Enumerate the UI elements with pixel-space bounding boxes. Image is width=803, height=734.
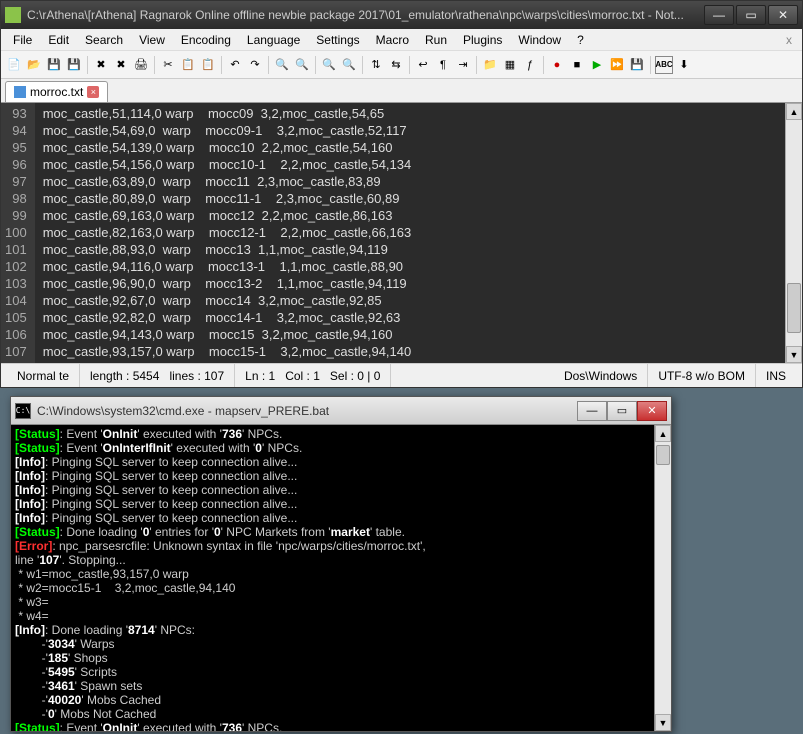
menu-search[interactable]: Search — [77, 31, 131, 49]
show-all-icon[interactable]: ¶ — [434, 56, 452, 74]
status-pos: Ln : 1 Col : 1 Sel : 0 | 0 — [235, 364, 391, 387]
vertical-scrollbar[interactable]: ▲ ▼ — [785, 103, 802, 363]
menu-language[interactable]: Language — [239, 31, 308, 49]
npp-statusbar: Normal te length : 5454 lines : 107 Ln :… — [1, 363, 802, 387]
status-insert: INS — [756, 364, 796, 387]
play-icon[interactable]: ▶ — [588, 56, 606, 74]
redo-icon[interactable]: ↷ — [246, 56, 264, 74]
menu-edit[interactable]: Edit — [40, 31, 77, 49]
code-area[interactable]: moc_castle,51,114,0 warp mocc09 3,2,moc_… — [35, 103, 785, 363]
tab-morroc[interactable]: morroc.txt × — [5, 81, 108, 102]
npp-toolbar: 📄 📂 💾 💾 ✖ ✖ 🖨 ✂ 📋 📋 ↶ ↷ 🔍 🔍 🔍 🔍 ⇅ ⇆ ↩ ¶ … — [1, 51, 802, 79]
sync-v-icon[interactable]: ⇅ — [367, 56, 385, 74]
menu-?[interactable]: ? — [569, 31, 592, 49]
spellcheck-next-icon[interactable]: ⬇ — [675, 56, 693, 74]
open-file-icon[interactable]: 📂 — [25, 56, 43, 74]
menu-run[interactable]: Run — [417, 31, 455, 49]
file-icon — [14, 86, 26, 98]
npp-editor[interactable]: 93949596979899100101102103104105106107 m… — [1, 103, 802, 363]
status-normal: Normal te — [7, 364, 80, 387]
cmd-scroll-thumb[interactable] — [656, 445, 670, 465]
menu-file[interactable]: File — [5, 31, 40, 49]
stop-record-icon[interactable]: ■ — [568, 56, 586, 74]
cut-icon[interactable]: ✂ — [159, 56, 177, 74]
save-macro-icon[interactable]: 💾 — [628, 56, 646, 74]
npp-menubar-close-icon[interactable]: x — [780, 33, 798, 47]
spellcheck-icon[interactable]: ABC — [655, 56, 673, 74]
scroll-thumb[interactable] — [787, 283, 801, 333]
close-file-icon[interactable]: ✖ — [92, 56, 110, 74]
new-file-icon[interactable]: 📄 — [5, 56, 23, 74]
record-icon[interactable]: ● — [548, 56, 566, 74]
copy-icon[interactable]: 📋 — [179, 56, 197, 74]
cmd-window: C:\ C:\Windows\system32\cmd.exe - mapser… — [10, 396, 672, 732]
notepad-plus-window: C:\rAthena\[rAthena] Ragnarok Online off… — [0, 0, 803, 388]
menu-macro[interactable]: Macro — [368, 31, 417, 49]
print-icon[interactable]: 🖨 — [132, 56, 150, 74]
menu-view[interactable]: View — [131, 31, 173, 49]
npp-titlebar[interactable]: C:\rAthena\[rAthena] Ragnarok Online off… — [1, 1, 802, 29]
cmd-output: [Status]: Event 'OnInit' executed with '… — [11, 425, 654, 731]
tab-label: morroc.txt — [30, 85, 83, 99]
menu-encoding[interactable]: Encoding — [173, 31, 239, 49]
play-multi-icon[interactable]: ⏩ — [608, 56, 626, 74]
cmd-scroll-down-icon[interactable]: ▼ — [655, 714, 671, 731]
scroll-down-icon[interactable]: ▼ — [786, 346, 802, 363]
close-button[interactable]: ✕ — [768, 5, 798, 25]
menu-plugins[interactable]: Plugins — [455, 31, 510, 49]
cmd-body[interactable]: [Status]: Event 'OnInit' executed with '… — [11, 425, 671, 731]
cmd-maximize-button[interactable]: ▭ — [607, 401, 637, 421]
cmd-app-icon: C:\ — [15, 403, 31, 419]
npp-tab-bar: morroc.txt × — [1, 79, 802, 103]
find-icon[interactable]: 🔍 — [273, 56, 291, 74]
status-encoding: UTF-8 w/o BOM — [648, 364, 756, 387]
func-list-icon[interactable]: ƒ — [521, 56, 539, 74]
sync-h-icon[interactable]: ⇆ — [387, 56, 405, 74]
zoom-out-icon[interactable]: 🔍 — [340, 56, 358, 74]
npp-app-icon — [5, 7, 21, 23]
close-all-icon[interactable]: ✖ — [112, 56, 130, 74]
indent-icon[interactable]: ⇥ — [454, 56, 472, 74]
status-eol: Dos\Windows — [554, 364, 648, 387]
undo-icon[interactable]: ↶ — [226, 56, 244, 74]
cmd-vertical-scrollbar[interactable]: ▲ ▼ — [654, 425, 671, 731]
line-number-gutter: 93949596979899100101102103104105106107 — [1, 103, 35, 363]
menu-window[interactable]: Window — [510, 31, 569, 49]
npp-menubar: FileEditSearchViewEncodingLanguageSettin… — [1, 29, 802, 51]
tab-close-icon[interactable]: × — [87, 86, 99, 98]
zoom-in-icon[interactable]: 🔍 — [320, 56, 338, 74]
cmd-minimize-button[interactable]: — — [577, 401, 607, 421]
wrap-icon[interactable]: ↩ — [414, 56, 432, 74]
cmd-scroll-up-icon[interactable]: ▲ — [655, 425, 671, 442]
save-all-icon[interactable]: 💾 — [65, 56, 83, 74]
cmd-close-button[interactable]: ✕ — [637, 401, 667, 421]
menu-settings[interactable]: Settings — [308, 31, 367, 49]
doc-map-icon[interactable]: ▦ — [501, 56, 519, 74]
paste-icon[interactable]: 📋 — [199, 56, 217, 74]
status-length: length : 5454 lines : 107 — [80, 364, 235, 387]
scroll-up-icon[interactable]: ▲ — [786, 103, 802, 120]
cmd-title-text: C:\Windows\system32\cmd.exe - mapserv_PR… — [37, 404, 577, 418]
folder-icon[interactable]: 📁 — [481, 56, 499, 74]
maximize-button[interactable]: ▭ — [736, 5, 766, 25]
save-icon[interactable]: 💾 — [45, 56, 63, 74]
npp-title-text: C:\rAthena\[rAthena] Ragnarok Online off… — [27, 8, 704, 22]
replace-icon[interactable]: 🔍 — [293, 56, 311, 74]
minimize-button[interactable]: — — [704, 5, 734, 25]
cmd-titlebar[interactable]: C:\ C:\Windows\system32\cmd.exe - mapser… — [11, 397, 671, 425]
